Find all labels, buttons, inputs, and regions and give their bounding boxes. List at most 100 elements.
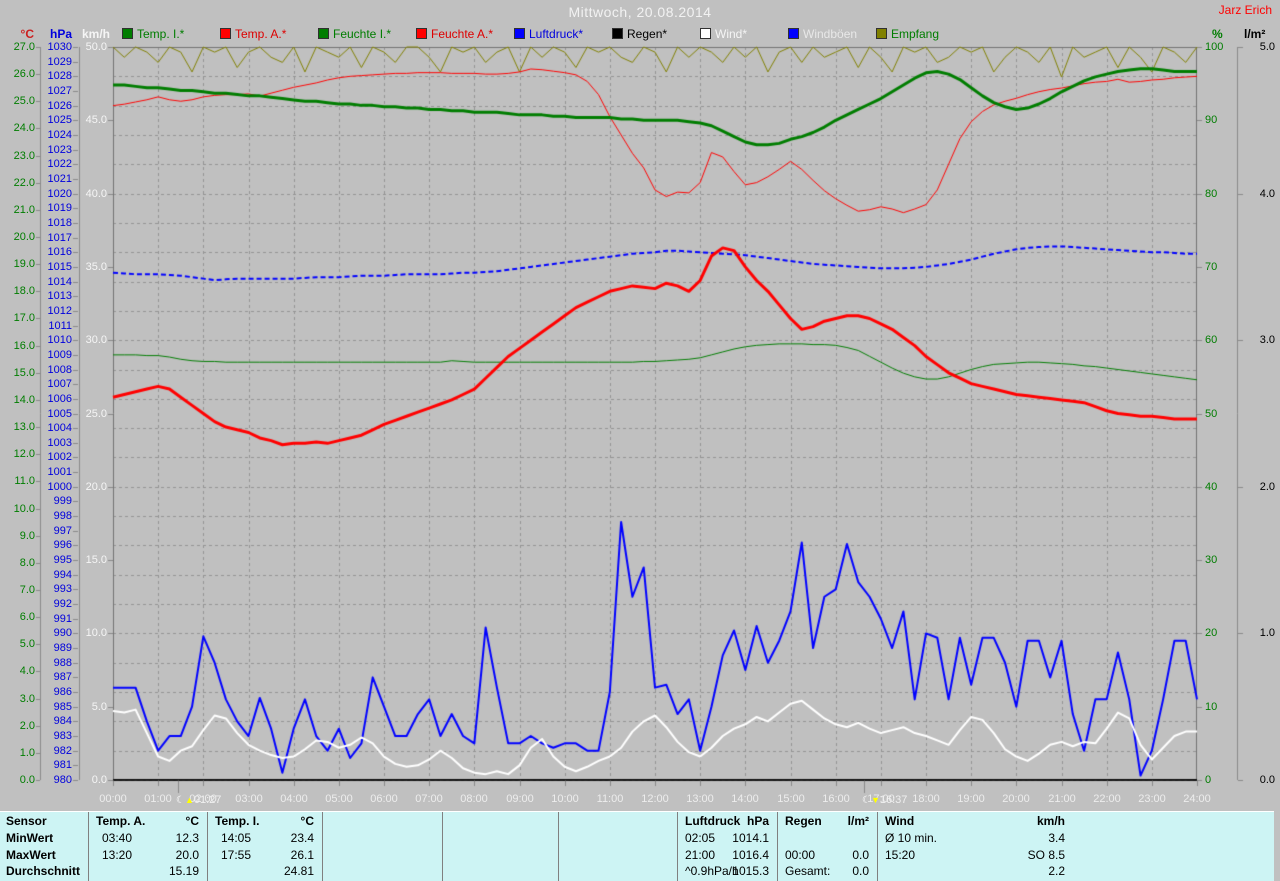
axis-tick-label: 1017 [38,233,72,244]
time-tick-label: 10:00 [543,793,587,805]
axis-tick-label: 1003 [38,438,72,449]
legend-item[interactable]: Empfang [876,27,939,39]
stats-table: SensorMinWertMaxWertDurchschnittTemp. A.… [0,811,1274,881]
axis-tick-label: 988 [38,658,72,669]
legend-label: Temp. I.* [137,27,184,41]
legend-item[interactable]: Feuchte A.* [416,27,493,39]
moonrise-marker: ☾▲01:27 [176,794,221,806]
axis-tick-label: 24.0 [2,123,35,134]
axis-tick-label: 27.0 [2,42,35,53]
axis-tick-label: 30.0 [72,335,107,346]
legend-item[interactable]: Wind* [700,27,747,39]
axis-header: km/h [70,27,110,41]
axis-tick-label: 1013 [38,291,72,302]
axis-tick-label: 26.0 [2,69,35,80]
legend-item[interactable]: Luftdruck* [514,27,583,39]
time-tick-label: 03:00 [227,793,271,805]
legend-swatch-icon [788,28,799,39]
axis-tick-label: 1016 [38,247,72,258]
legend-swatch-icon [612,28,623,39]
axis-tick-label: 994 [38,570,72,581]
axis-tick-label: 80 [1205,189,1231,200]
axis-tick-label: 10 [1205,702,1231,713]
legend-label: Windböen [803,27,857,41]
legend-item[interactable]: Feuchte I.* [318,27,391,39]
axis-tick-label: 2.0 [1245,482,1275,493]
axis-tick-label: 8.0 [2,558,35,569]
marker-time: 01:27 [194,794,222,806]
axis-tick-label: 1023 [38,145,72,156]
axis-tick-label: 1007 [38,379,72,390]
axis-tick-label: 0.0 [2,775,35,786]
axis-tick-label: 986 [38,687,72,698]
legend-item[interactable]: Windböen [788,27,857,39]
axis-tick-label: 9.0 [2,531,35,542]
axis-tick-label: 90 [1205,115,1231,126]
sensor-unit: l/m² [777,814,869,829]
time-tick-label: 06:00 [362,793,406,805]
legend-label: Empfang [891,27,939,41]
axis-tick-label: 40 [1205,482,1231,493]
axis-tick-label: 13.0 [2,422,35,433]
legend-swatch-icon [700,28,711,39]
time-tick-label: 23:00 [1130,793,1174,805]
legend-swatch-icon [416,28,427,39]
axis-tick-label: 1010 [38,335,72,346]
max-value: 0.0 [777,848,869,863]
axis-tick-label: 60 [1205,335,1231,346]
axis-tick-label: 989 [38,643,72,654]
axis-tick-label: 1015 [38,262,72,273]
axis-tick-label: 1020 [38,189,72,200]
axis-tick-label: 20.0 [2,232,35,243]
axis-header: °C [0,27,34,41]
min-value: 23.4 [207,831,314,846]
time-tick-label: 19:00 [949,793,993,805]
axis-tick-label: 15.0 [72,555,107,566]
max-value: 20.0 [88,848,199,863]
axis-tick-label: 1025 [38,115,72,126]
axis-tick-label: 100 [1205,42,1231,53]
axis-tick-label: 25.0 [2,96,35,107]
axis-tick-label: 985 [38,702,72,713]
axis-tick-label: 70 [1205,262,1231,273]
axis-tick-label: 0.0 [72,775,107,786]
weather-chart-canvas[interactable] [0,0,1280,881]
time-tick-label: 20:00 [994,793,1038,805]
time-tick-label: 16:00 [814,793,858,805]
time-tick-label: 07:00 [407,793,451,805]
chart-title: Mittwoch, 20.08.2014 [0,4,1280,20]
axis-tick-label: 1014 [38,277,72,288]
time-tick-label: 21:00 [1040,793,1084,805]
axis-tick-label: 5.0 [72,702,107,713]
legend-swatch-icon [318,28,329,39]
time-tick-label: 01:00 [136,793,180,805]
axis-tick-label: 15.0 [2,368,35,379]
axis-tick-label: 993 [38,584,72,595]
max-value: SO 8.5 [877,848,1065,863]
table-row-label: MaxWert [6,848,86,863]
table-column-separator [442,812,443,881]
avg-value: 15.19 [88,864,199,879]
legend-item[interactable]: Regen* [612,27,667,39]
axis-tick-label: 4.0 [1245,189,1275,200]
axis-tick-label: 1009 [38,350,72,361]
legend-swatch-icon [876,28,887,39]
time-tick-label: 12:00 [633,793,677,805]
axis-tick-label: 0.0 [1245,775,1275,786]
axis-tick-label: 1005 [38,409,72,420]
axis-tick-label: 991 [38,614,72,625]
axis-tick-label: 3.0 [1245,335,1275,346]
axis-tick-label: 1024 [38,130,72,141]
legend-item[interactable]: Temp. I.* [122,27,184,39]
time-tick-label: 22:00 [1085,793,1129,805]
axis-tick-label: 1027 [38,86,72,97]
legend-label: Temp. A.* [235,27,286,41]
legend-item[interactable]: Temp. A.* [220,27,286,39]
axis-tick-label: 4.0 [2,666,35,677]
axis-tick-label: 984 [38,716,72,727]
axis-tick-label: 1011 [38,321,72,332]
legend-label: Feuchte I.* [333,27,391,41]
axis-tick-label: 995 [38,555,72,566]
axis-tick-label: 996 [38,540,72,551]
min-value: 1014.1 [677,831,769,846]
